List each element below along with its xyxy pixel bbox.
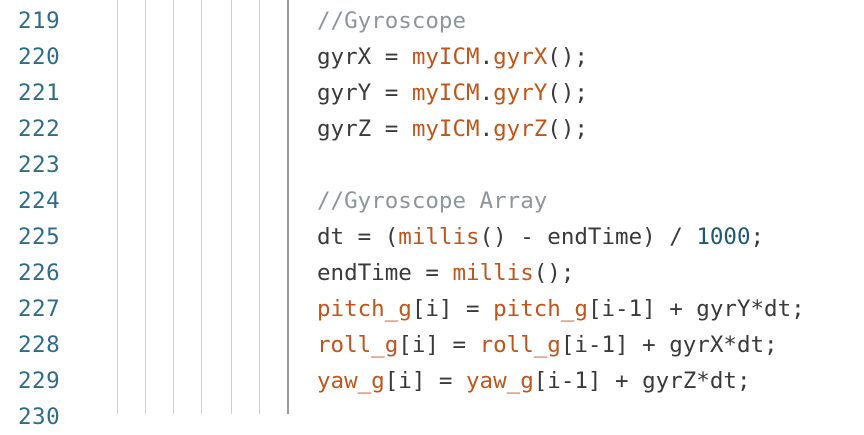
line-number[interactable]: 220 (18, 39, 66, 75)
code-text: (); (533, 260, 575, 286)
line-number[interactable]: 219 (18, 3, 66, 39)
indent-guide (173, 0, 174, 414)
code-text: . (479, 44, 494, 70)
indent-guide (231, 0, 232, 414)
code-text: [i] = (398, 332, 480, 358)
code-text: () - endTime) / (479, 224, 697, 250)
code-number: 1000 (696, 224, 751, 250)
line-number[interactable]: 229 (18, 363, 66, 399)
code-line[interactable]: gyrZ = myICM.gyrZ(); (317, 111, 588, 147)
code-text: (); (547, 80, 588, 106)
code-identifier: pitch_g (317, 296, 412, 322)
code-identifier: yaw_g (317, 368, 385, 394)
line-number[interactable]: 230 (18, 399, 66, 435)
code-text: ; (750, 224, 765, 250)
line-number[interactable]: 225 (18, 219, 66, 255)
code-line[interactable]: //Gyroscope (317, 3, 466, 39)
code-text: gyrY = (317, 80, 412, 106)
line-number[interactable]: 223 (18, 147, 66, 183)
code-identifier: gyrX (493, 44, 548, 70)
code-identifier: myICM (411, 116, 480, 142)
code-line[interactable]: dt = (millis() - endTime) / 1000; (317, 219, 764, 255)
code-identifier: pitch_g (493, 296, 588, 322)
code-line[interactable]: roll_g[i] = roll_g[i-1] + gyrX*dt; (317, 327, 778, 363)
code-text: (); (547, 44, 588, 70)
code-line[interactable]: //Gyroscope Array (317, 183, 547, 219)
code-identifier: gyrY (493, 80, 548, 106)
code-identifier: millis (452, 260, 534, 286)
code-text: . (479, 116, 494, 142)
indent-guide (201, 0, 202, 414)
code-identifier: myICM (411, 44, 480, 70)
code-text: gyrZ = (317, 116, 412, 142)
code-text: [i] = (384, 368, 467, 394)
code-text: endTime = (317, 260, 453, 286)
code-line[interactable]: pitch_g[i] = pitch_g[i-1] + gyrY*dt; (317, 291, 805, 327)
code-text: (); (547, 116, 588, 142)
code-line[interactable]: gyrY = myICM.gyrY(); (317, 75, 588, 111)
code-text: . (479, 80, 494, 106)
active-scope-indent-guide (287, 0, 289, 414)
code-identifier: myICM (411, 80, 480, 106)
indent-guide (259, 0, 260, 414)
code-identifier: roll_g (317, 332, 399, 358)
code-comment: //Gyroscope Array (317, 188, 548, 214)
code-line[interactable]: endTime = millis(); (317, 255, 574, 291)
code-identifier: roll_g (479, 332, 561, 358)
code-text: gyrX = (317, 44, 412, 70)
line-number[interactable]: 221 (18, 75, 66, 111)
code-identifier: yaw_g (466, 368, 534, 394)
code-line[interactable]: yaw_g[i] = yaw_g[i-1] + gyrZ*dt; (317, 363, 751, 399)
code-text: [i-1] + gyrY*dt; (587, 296, 805, 322)
code-text: [i] = (411, 296, 494, 322)
line-number[interactable]: 228 (18, 327, 66, 363)
indent-guide (145, 0, 146, 414)
line-number[interactable]: 224 (18, 183, 66, 219)
code-line[interactable]: gyrX = myICM.gyrX(); (317, 39, 588, 75)
line-number-gutter: 219 220 221 222 223 224 225 226 227 228 229 230 (0, 0, 80, 430)
code-text: dt = ( (317, 224, 399, 250)
line-number[interactable]: 222 (18, 111, 66, 147)
code-comment: //Gyroscope (317, 8, 467, 34)
code-text: [i-1] + gyrZ*dt; (533, 368, 751, 394)
code-text: [i-1] + gyrX*dt; (560, 332, 778, 358)
code-identifier: gyrZ (493, 116, 548, 142)
line-number[interactable]: 226 (18, 255, 66, 291)
code-identifier: millis (398, 224, 480, 250)
indent-guide (117, 0, 118, 414)
line-number[interactable]: 227 (18, 291, 66, 327)
